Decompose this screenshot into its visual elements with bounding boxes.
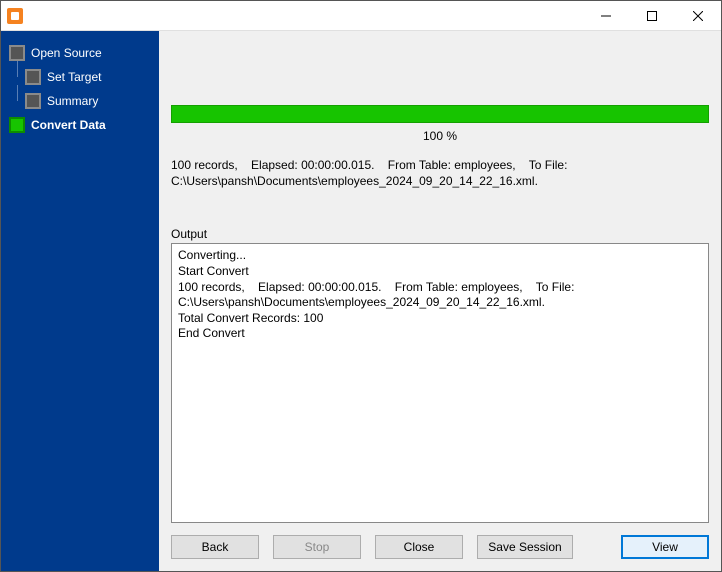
progress-status-text: 100 records, Elapsed: 00:00:00.015. From… (171, 157, 709, 189)
output-section: Output (171, 227, 709, 523)
close-window-button[interactable] (675, 1, 721, 30)
progress-section: 100 % 100 records, Elapsed: 00:00:00.015… (171, 41, 709, 189)
step-open-source[interactable]: Open Source (1, 41, 159, 65)
app-window: Open Source Set Target Summary Convert D… (0, 0, 722, 572)
step-summary[interactable]: Summary (1, 89, 159, 113)
view-button[interactable]: View (621, 535, 709, 559)
step-box-icon (25, 93, 41, 109)
step-box-icon (9, 117, 25, 133)
output-textarea[interactable] (171, 243, 709, 523)
app-icon (7, 8, 23, 24)
step-label: Summary (47, 94, 98, 108)
window-controls (583, 1, 721, 30)
wizard-sidebar: Open Source Set Target Summary Convert D… (1, 31, 159, 571)
step-box-icon (25, 69, 41, 85)
step-label: Convert Data (31, 118, 106, 132)
save-session-button[interactable]: Save Session (477, 535, 573, 559)
progress-percent-label: 100 % (171, 129, 709, 143)
close-icon (693, 11, 703, 21)
close-button[interactable]: Close (375, 535, 463, 559)
titlebar (1, 1, 721, 31)
maximize-button[interactable] (629, 1, 675, 30)
step-label: Open Source (31, 46, 102, 60)
progress-bar (171, 105, 709, 123)
button-spacer (587, 535, 607, 559)
step-box-icon (9, 45, 25, 61)
step-set-target[interactable]: Set Target (1, 65, 159, 89)
maximize-icon (647, 11, 657, 21)
progress-area: 100 % (171, 105, 709, 143)
button-row: Back Stop Close Save Session View (171, 523, 709, 561)
window-body: Open Source Set Target Summary Convert D… (1, 31, 721, 571)
minimize-button[interactable] (583, 1, 629, 30)
step-label: Set Target (47, 70, 101, 84)
main-panel: 100 % 100 records, Elapsed: 00:00:00.015… (159, 31, 721, 571)
stop-button: Stop (273, 535, 361, 559)
minimize-icon (601, 11, 611, 21)
back-button[interactable]: Back (171, 535, 259, 559)
step-convert-data[interactable]: Convert Data (1, 113, 159, 137)
output-label: Output (171, 227, 709, 241)
titlebar-left (1, 8, 23, 24)
